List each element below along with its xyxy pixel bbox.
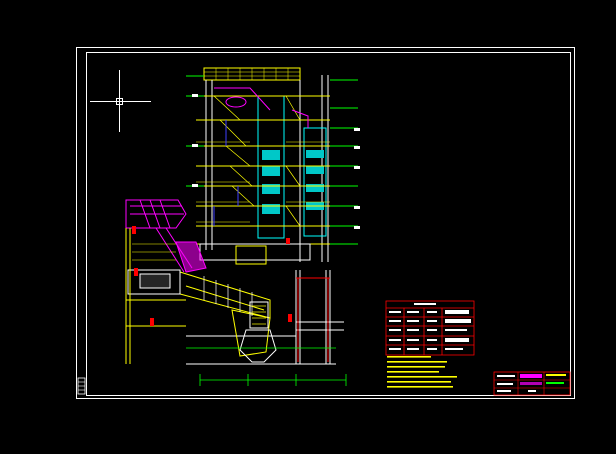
boiler-main-structure [186,67,360,262]
cad-model-viewport[interactable] [0,0,616,454]
spec-table-cells [389,303,471,350]
spec-table [385,300,475,356]
title-block [493,371,571,396]
binding-margin-block [77,377,86,395]
general-notes [387,356,457,388]
lower-support-frame [179,243,344,365]
boiler-elevation-drawing [76,47,575,399]
crosshair-cursor-icon [90,70,151,132]
bottom-dimension-chain [186,347,347,386]
